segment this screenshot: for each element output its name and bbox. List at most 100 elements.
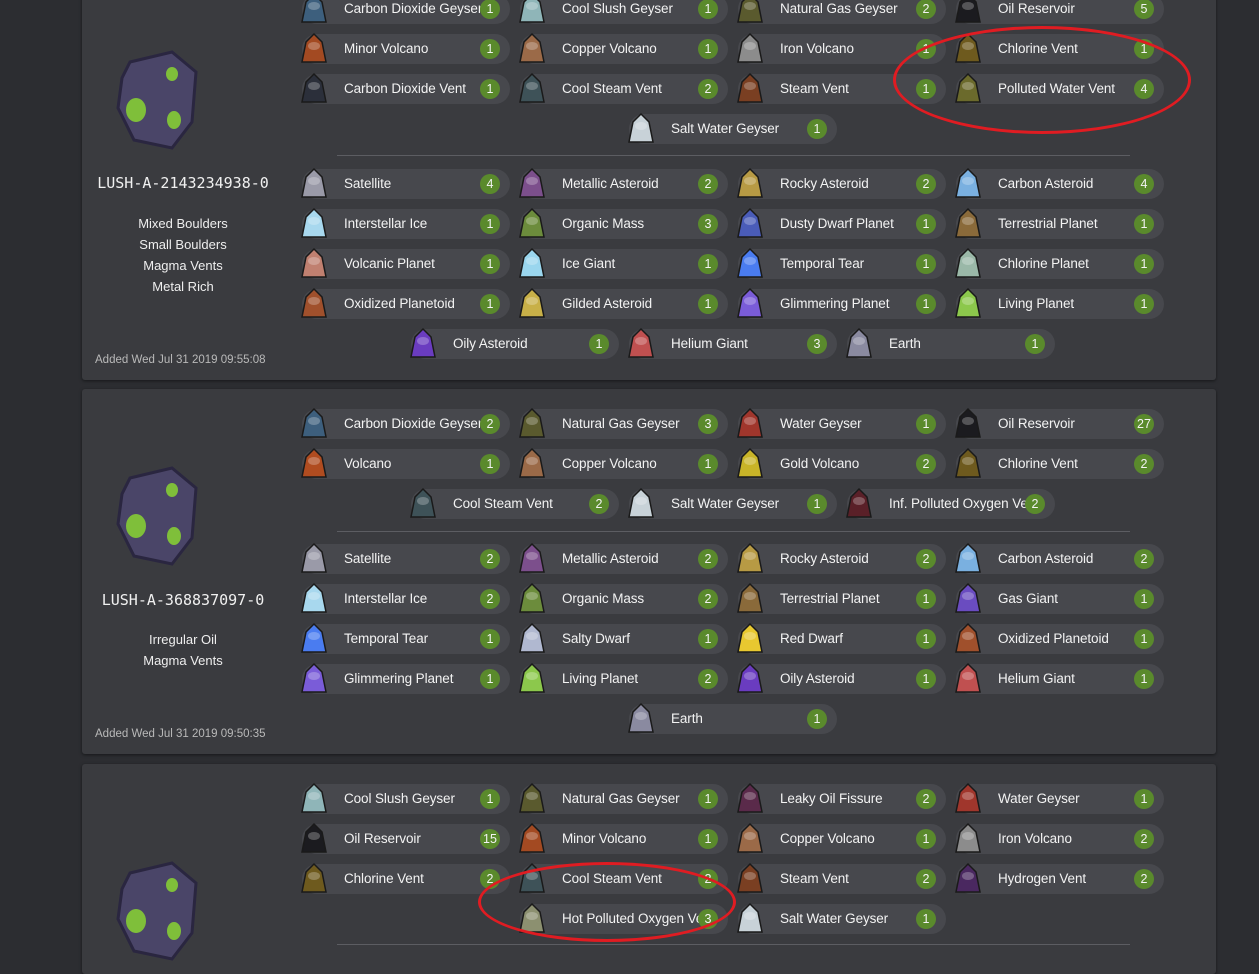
feature-chip[interactable]: Chlorine Vent 1 [955, 32, 1164, 64]
feature-chip[interactable]: Living Planet 2 [519, 662, 728, 694]
feature-name: Chlorine Vent [998, 41, 1078, 56]
feature-chip[interactable]: Polluted Water Vent 4 [955, 72, 1164, 104]
feature-chip[interactable]: Carbon Dioxide Geyser 2 [301, 407, 510, 439]
feature-chip[interactable]: Natural Gas Geyser 1 [519, 782, 728, 814]
feature-chip[interactable]: Ice Giant 1 [519, 247, 728, 279]
feature-chip[interactable]: Oily Asteroid 1 [410, 327, 619, 359]
feature-chip[interactable]: Leaky Oil Fissure 2 [737, 782, 946, 814]
feature-chip[interactable]: Organic Mass 2 [519, 582, 728, 614]
feature-name: Salty Dwarf [562, 631, 630, 646]
feature-name: Salt Water Geyser [671, 496, 780, 511]
feature-chip[interactable]: Cool Steam Vent 2 [519, 72, 728, 104]
feature-chip[interactable]: Volcanic Planet 1 [301, 247, 510, 279]
feature-chip[interactable]: Gold Volcano 2 [737, 447, 946, 479]
feature-chip[interactable]: Helium Giant 3 [628, 327, 837, 359]
feature-chip[interactable]: Gas Giant 1 [955, 582, 1164, 614]
feature-chip[interactable]: Oil Reservoir 27 [955, 407, 1164, 439]
count-badge: 3 [807, 334, 827, 354]
feature-chip[interactable]: Hot Polluted Oxygen Vent 3 [519, 902, 728, 934]
count-badge: 1 [480, 254, 500, 274]
seed-name[interactable]: LUSH-A-2143234938-0 [82, 174, 284, 192]
feature-icon [628, 702, 654, 733]
feature-name: Gilded Asteroid [562, 296, 653, 311]
feature-chip[interactable]: Salt Water Geyser 1 [737, 902, 946, 934]
feature-name: Cool Steam Vent [562, 81, 662, 96]
feature-chip[interactable]: Oxidized Planetoid 1 [955, 622, 1164, 654]
feature-chip[interactable]: Red Dwarf 1 [737, 622, 946, 654]
feature-chip[interactable]: Satellite 4 [301, 167, 510, 199]
feature-chip[interactable]: Temporal Tear 1 [301, 622, 510, 654]
seed-name[interactable]: LUSH-A-368837097-0 [82, 591, 284, 609]
feature-chip[interactable]: Salt Water Geyser 1 [628, 112, 837, 144]
feature-chip[interactable]: Minor Volcano 1 [301, 32, 510, 64]
feature-chip[interactable]: Terrestrial Planet 1 [737, 582, 946, 614]
feature-chip[interactable]: Inf. Polluted Oxygen Vent 2 [846, 487, 1055, 519]
feature-icon [301, 32, 327, 63]
feature-chip[interactable]: Chlorine Vent 2 [955, 447, 1164, 479]
feature-chip[interactable]: Temporal Tear 1 [737, 247, 946, 279]
feature-chip[interactable]: Copper Volcano 1 [737, 822, 946, 854]
feature-icon [301, 782, 327, 813]
feature-chip[interactable]: Carbon Dioxide Geyser 1 [301, 0, 510, 24]
feature-name: Chlorine Vent [344, 871, 424, 886]
feature-chip[interactable]: Cool Slush Geyser 1 [519, 0, 728, 24]
feature-chip[interactable]: Satellite 2 [301, 542, 510, 574]
feature-chip[interactable]: Carbon Asteroid 4 [955, 167, 1164, 199]
feature-chip[interactable]: Volcano 1 [301, 447, 510, 479]
count-badge: 1 [480, 789, 500, 809]
feature-chip[interactable]: Rocky Asteroid 2 [737, 542, 946, 574]
feature-chip[interactable]: Copper Volcano 1 [519, 447, 728, 479]
feature-chip[interactable]: Water Geyser 1 [955, 782, 1164, 814]
feature-icon [519, 287, 545, 318]
feature-icon [955, 447, 981, 478]
feature-chip[interactable]: Steam Vent 1 [737, 72, 946, 104]
feature-chip[interactable]: Copper Volcano 1 [519, 32, 728, 64]
feature-chip[interactable]: Cool Steam Vent 2 [410, 487, 619, 519]
feature-chip[interactable]: Natural Gas Geyser 2 [737, 0, 946, 24]
feature-name: Cool Slush Geyser [562, 1, 673, 16]
feature-chip[interactable]: Natural Gas Geyser 3 [519, 407, 728, 439]
feature-chip[interactable]: Hydrogen Vent 2 [955, 862, 1164, 894]
feature-chip[interactable]: Cool Slush Geyser 1 [301, 782, 510, 814]
feature-name: Temporal Tear [344, 631, 428, 646]
feature-name: Oxidized Planetoid [344, 296, 455, 311]
feature-chip[interactable]: Glimmering Planet 1 [301, 662, 510, 694]
feature-chip[interactable]: Cool Steam Vent 2 [519, 862, 728, 894]
feature-chip[interactable]: Water Geyser 1 [737, 407, 946, 439]
feature-chip[interactable]: Iron Volcano 2 [955, 822, 1164, 854]
feature-chip[interactable]: Terrestrial Planet 1 [955, 207, 1164, 239]
feature-chip[interactable]: Earth 1 [846, 327, 1055, 359]
feature-chip[interactable]: Rocky Asteroid 2 [737, 167, 946, 199]
feature-chip[interactable]: Chlorine Planet 1 [955, 247, 1164, 279]
feature-chip[interactable]: Oil Reservoir 5 [955, 0, 1164, 24]
feature-chip[interactable]: Salty Dwarf 1 [519, 622, 728, 654]
feature-chip[interactable]: Organic Mass 3 [519, 207, 728, 239]
feature-chip[interactable]: Oily Asteroid 1 [737, 662, 946, 694]
feature-icon [519, 0, 545, 23]
feature-chip[interactable]: Iron Volcano 1 [737, 32, 946, 64]
feature-name: Cool Slush Geyser [344, 791, 455, 806]
feature-chip[interactable]: Earth 1 [628, 702, 837, 734]
feature-icon [301, 72, 327, 103]
feature-chip[interactable]: Gilded Asteroid 1 [519, 287, 728, 319]
feature-chip[interactable]: Interstellar Ice 2 [301, 582, 510, 614]
feature-chip[interactable]: Salt Water Geyser 1 [628, 487, 837, 519]
count-badge: 2 [1134, 869, 1154, 889]
feature-chip[interactable]: Oxidized Planetoid 1 [301, 287, 510, 319]
feature-chip[interactable]: Chlorine Vent 2 [301, 862, 510, 894]
feature-chip[interactable]: Minor Volcano 1 [519, 822, 728, 854]
feature-chip[interactable]: Metallic Asteroid 2 [519, 542, 728, 574]
feature-icon [519, 622, 545, 653]
feature-chip[interactable]: Interstellar Ice 1 [301, 207, 510, 239]
feature-chip[interactable]: Metallic Asteroid 2 [519, 167, 728, 199]
feature-chip[interactable]: Helium Giant 1 [955, 662, 1164, 694]
feature-chip[interactable]: Steam Vent 2 [737, 862, 946, 894]
feature-name: Oil Reservoir [998, 1, 1075, 16]
feature-chip[interactable]: Oil Reservoir 15 [301, 822, 510, 854]
trait: Small Boulders [139, 237, 227, 252]
feature-chip[interactable]: Carbon Dioxide Vent 1 [301, 72, 510, 104]
feature-chip[interactable]: Living Planet 1 [955, 287, 1164, 319]
feature-chip[interactable]: Dusty Dwarf Planet 1 [737, 207, 946, 239]
feature-chip[interactable]: Glimmering Planet 1 [737, 287, 946, 319]
feature-chip[interactable]: Carbon Asteroid 2 [955, 542, 1164, 574]
